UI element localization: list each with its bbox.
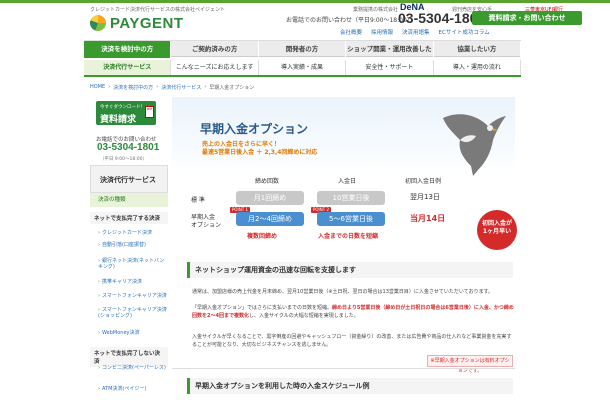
- flow-opt-label-2: オプション: [191, 222, 222, 229]
- breadcrumb-home[interactable]: HOME: [90, 84, 105, 91]
- snav-security[interactable]: 安全性・サポート: [346, 60, 434, 75]
- section-title-support: ネットショップ運用資金の迅速な回転を支援します: [187, 262, 513, 278]
- note-shorter-days: 入金までの日数を短縮: [318, 233, 379, 240]
- snav-flow[interactable]: 導入・運用の流れ: [434, 60, 522, 75]
- request-materials-button[interactable]: 資料請求・お問い合わせ: [472, 11, 582, 25]
- opt-pay-pill: 5〜6営業日後: [317, 212, 385, 226]
- fee-notice: ※早期入金オプションは有料オプションです。: [427, 355, 513, 374]
- std-pay-pill: 10営業日後: [317, 191, 385, 205]
- section-title-schedule: 早期入金オプションを利用した時の入金スケジュール例: [187, 378, 513, 394]
- gnav-considering[interactable]: 決済を検討中の方: [84, 41, 172, 58]
- hero-subtitle-2: 最速5営業日後入金 ＋ 2,3,4回締めに対応: [202, 149, 318, 156]
- sidebar-hours: （平日 9:00〜18:00）: [100, 157, 148, 162]
- sub-nav: 決済代行サービス こんなニーズにお応えします 導入実績・成果 安全性・サポート …: [84, 60, 522, 77]
- sidebar-link-netbank[interactable]: 銀行ネット決済(ネットバンキング): [98, 258, 168, 270]
- sidebar-section-online: ネットで支払完了する決済: [90, 212, 168, 224]
- gnav-developers[interactable]: 開発者の方: [259, 41, 347, 58]
- breadcrumb-service[interactable]: 決済代行サービス: [161, 84, 201, 91]
- sublink-glossary[interactable]: 決済用語集: [402, 28, 430, 36]
- sidebar-link-credit[interactable]: クレジットカード決済: [98, 230, 168, 236]
- sublink-recruit[interactable]: 採用情報: [371, 28, 393, 36]
- paragraph-option: 「早期入金オプション」ではさらに支払いまでの日数を短縮。締め日より5営業日後（締…: [192, 304, 514, 320]
- breadcrumb: HOME › 決済を検討中の方 › 決済代行サービス › 早期入金オプション: [90, 84, 255, 91]
- sidebar-request-label: 資料請求: [100, 115, 137, 125]
- snav-needs[interactable]: こんなニーズにお応えします: [171, 60, 259, 75]
- logo-mark-icon: [90, 15, 106, 31]
- flow-col-first: 初回入金日例: [405, 178, 442, 185]
- flow-col-close: 締め回数: [255, 178, 280, 185]
- opt-first-date: 当月14日: [410, 214, 446, 223]
- gnav-contracted[interactable]: ご契約済みの方: [171, 41, 259, 58]
- circle-line-1: 初回入金が: [481, 220, 512, 227]
- sublink-column[interactable]: ECサイト成功コラム: [439, 28, 490, 36]
- one-month-earlier-badge: 初回入金が 1ヶ月早い: [477, 210, 517, 250]
- paygent-logo[interactable]: PAYGENT: [90, 13, 184, 33]
- paragraph-option-highlight-1: 締め日より5営業日後（締め日が土日祝日の場合は6営業日後）に入金: [332, 305, 489, 311]
- flow-std-label: 標 準: [191, 197, 205, 204]
- sidebar-current-item[interactable]: 決済の種類: [90, 193, 168, 207]
- snav-results[interactable]: 導入実績・成果: [259, 60, 347, 75]
- flow-col-pay: 入金日: [338, 178, 357, 185]
- sublink-company[interactable]: 会社概要: [340, 28, 362, 36]
- pdf-icon: PDF: [145, 106, 154, 118]
- breadcrumb-considering[interactable]: 決済を検討中の方: [113, 84, 153, 91]
- sidebar-link-carrier[interactable]: 携帯キャリア決済: [98, 279, 168, 285]
- site-tagline: クレジットカード決済代行サービスの株式会社ペイジェント: [90, 7, 226, 13]
- sidebar-link-convenience[interactable]: コンビニ決済(ペーパーレス): [98, 365, 168, 371]
- sidebar-phone: 03-5304-1801: [97, 142, 160, 153]
- paragraph-standard: 通常は、加盟店様の売上代金を月末締め、翌月10営業日後（※土日祝、翌日の場合は1…: [192, 289, 494, 295]
- opt-close-pill: 月2〜4回締め: [236, 212, 304, 226]
- contact-label: お電話でのお問い合わせ（平日9:00〜18:00）: [286, 17, 413, 24]
- gnav-shop-open[interactable]: ショップ開業・運用改善したい方: [346, 41, 434, 70]
- circle-line-2: 1ヶ月早い: [482, 228, 512, 235]
- sidebar-link-direct-debit[interactable]: 自動引落(口座振替): [98, 242, 168, 248]
- breadcrumb-current: 早期入金オプション: [209, 85, 255, 91]
- top-accent-line: [0, 0, 610, 3]
- sidebar-link-atm[interactable]: ATM決済(ペイジー): [98, 386, 168, 392]
- logo-text: PAYGENT: [110, 14, 184, 32]
- partner-label: 業務提携の株式会社: [353, 7, 399, 13]
- sidebar-title: 決済代行サービス: [90, 165, 168, 193]
- eagle-image: [443, 114, 506, 176]
- section-divider: [172, 368, 515, 369]
- sidebar-section-offline: ネットで支払完了しない決済: [90, 347, 168, 367]
- sidebar-request-small: 今すぐダウンロード！: [100, 105, 145, 110]
- sidebar-request-button[interactable]: 今すぐダウンロード！ 資料請求 PDF: [96, 101, 156, 125]
- std-first-date: 翌月13日: [410, 193, 440, 201]
- global-nav: 決済を検討中の方 ご契約済みの方 開発者の方 ショップ開業・運用改善したい方 協…: [84, 40, 522, 70]
- paragraph-option-a: 「早期入金オプション」ではさらに支払いまでの日数を短縮。: [192, 305, 333, 311]
- sidebar-link-sp-carrier-shopping[interactable]: スマートフォンキャリア決済(ショッピング): [98, 307, 168, 319]
- sidebar-link-sp-carrier[interactable]: スマートフォンキャリア決済: [98, 293, 168, 299]
- hero-title: 早期入金オプション: [200, 122, 309, 136]
- note-multi-close: 複数回締め: [247, 233, 278, 240]
- paragraph-cycle: 入金サイクルが早くなることで、黒字倒産の回避やキャッシュフロー（資金繰り）の改善…: [192, 334, 512, 348]
- std-close-pill: 月1回締め: [236, 191, 304, 205]
- paragraph-option-d: し、入金サイクルの大幅な短縮を実現しました。: [248, 313, 359, 319]
- sidebar-link-webmoney[interactable]: WebMoney決済: [98, 330, 168, 336]
- snav-service[interactable]: 決済代行サービス: [84, 60, 172, 75]
- header-sublinks: 会社概要 採用情報 決済用語集 ECサイト成功コラム: [340, 28, 490, 36]
- gnav-partners[interactable]: 協業したい方: [434, 41, 522, 58]
